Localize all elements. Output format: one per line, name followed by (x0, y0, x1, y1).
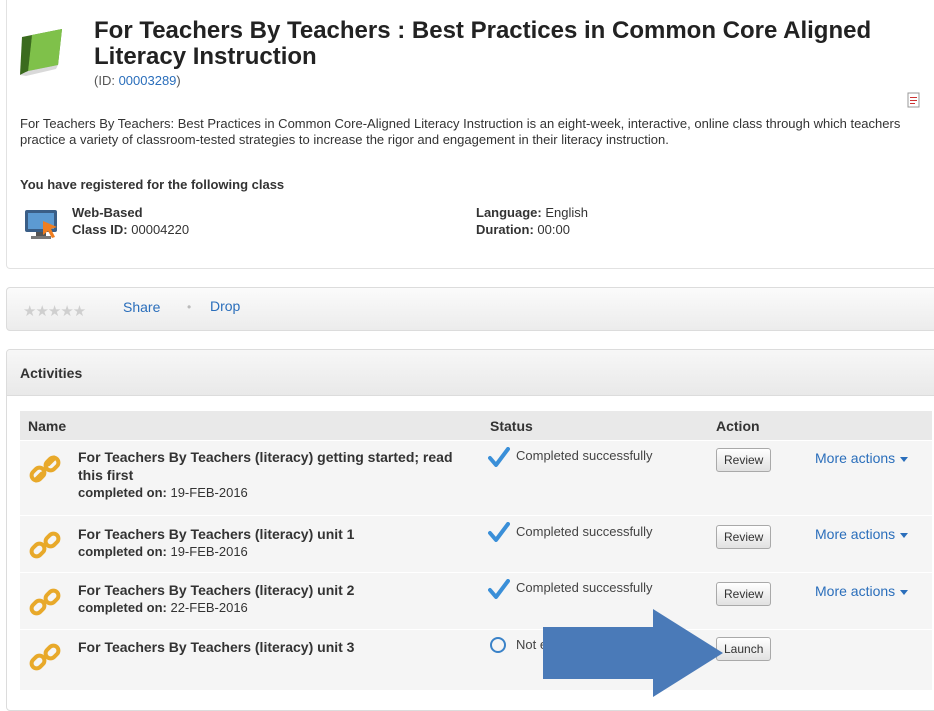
activity-title[interactable]: For Teachers By Teachers (literacy) gett… (20, 441, 482, 484)
activity-more-cell: More actions (815, 572, 932, 630)
status-text: Completed successfully (516, 580, 653, 595)
status: Completed successfully (482, 573, 708, 599)
chain-link-icon (29, 643, 61, 671)
activity-name-cell: For Teachers By Teachers (literacy) unit… (20, 629, 482, 690)
status: Completed successfully (482, 441, 708, 467)
language: Language: English (476, 205, 588, 220)
table-header-row: Name Status Action (20, 411, 932, 441)
course-id-suffix: ) (176, 73, 181, 88)
completed-label: completed on: (78, 544, 167, 559)
duration-value: 00:00 (537, 222, 570, 237)
monitor-icon (25, 210, 57, 239)
more-actions-dropdown[interactable]: More actions (815, 450, 909, 466)
class-id: Class ID: 00004220 (72, 222, 189, 237)
course-description: For Teachers By Teachers: Best Practices… (20, 116, 901, 147)
activity-more-cell: More actions (815, 440, 932, 516)
language-value: English (545, 205, 588, 220)
course-id: (ID: 00003289) (94, 73, 181, 88)
duration-label: Duration: (476, 222, 534, 237)
table-row: For Teachers By Teachers (literacy) unit… (20, 629, 932, 690)
activity-more-cell: More actions (815, 515, 932, 573)
activity-title[interactable]: For Teachers By Teachers (literacy) unit… (20, 630, 482, 656)
activity-action-cell: Review (708, 440, 815, 516)
review-button[interactable]: Review (716, 448, 772, 472)
share-link[interactable]: Share (123, 299, 160, 315)
column-header-status: Status (482, 411, 708, 441)
completed-label: completed on: (78, 485, 167, 500)
delivery-type: Web-Based (72, 205, 143, 220)
empty-circle-icon (490, 637, 506, 653)
activity-action-cell: Review (708, 572, 815, 630)
checkmark-icon (488, 579, 510, 599)
activity-title[interactable]: For Teachers By Teachers (literacy) unit… (20, 573, 482, 599)
duration: Duration: 00:00 (476, 222, 570, 237)
table-row: For Teachers By Teachers (literacy) gett… (20, 440, 932, 516)
completed-date: completed on: 19-FEB-2016 (20, 484, 482, 502)
course-title: For Teachers By Teachers : Best Practice… (94, 17, 872, 70)
activities-header: Activities (7, 350, 934, 396)
activity-status-cell: Completed successfully (482, 440, 708, 516)
completed-date: completed on: 19-FEB-2016 (20, 543, 482, 561)
launch-button[interactable]: Launch (716, 637, 772, 661)
activity-status-cell: Completed successfully (482, 515, 708, 573)
book-icon (20, 29, 62, 76)
activity-name-cell: For Teachers By Teachers (literacy) unit… (20, 572, 482, 630)
pdf-icon[interactable] (907, 92, 921, 108)
column-header-more (815, 411, 932, 441)
class-id-value: 00004220 (131, 222, 190, 237)
status-text: Completed successfully (516, 524, 653, 539)
completed-value: 22-FEB-2016 (170, 600, 248, 615)
chain-link-icon (29, 455, 61, 483)
caret-down-icon (900, 589, 909, 595)
chain-link-icon (29, 531, 61, 559)
annotation-arrow (543, 609, 723, 697)
more-actions-dropdown[interactable]: More actions (815, 526, 909, 542)
activity-more-cell (815, 629, 932, 690)
completed-value: 19-FEB-2016 (170, 485, 248, 500)
completed-value: 19-FEB-2016 (170, 544, 248, 559)
activities-title: Activities (20, 365, 83, 381)
more-actions-dropdown[interactable]: More actions (815, 583, 909, 599)
course-id-label: (ID: (94, 73, 119, 88)
checkmark-icon (488, 447, 510, 467)
status-text: Completed successfully (516, 448, 653, 463)
completed-date: completed on: 22-FEB-2016 (20, 599, 482, 617)
table-row: For Teachers By Teachers (literacy) unit… (20, 572, 932, 630)
separator-dot: • (187, 300, 192, 314)
drop-link[interactable]: Drop (210, 298, 240, 314)
chain-link-icon (29, 588, 61, 616)
review-button[interactable]: Review (716, 582, 772, 606)
caret-down-icon (900, 532, 909, 538)
star-rating[interactable]: ★★★★★ (23, 302, 86, 320)
checkmark-icon (488, 522, 510, 542)
registration-label: You have registered for the following cl… (20, 177, 285, 192)
column-header-action: Action (708, 411, 815, 441)
activity-name-cell: For Teachers By Teachers (literacy) unit… (20, 515, 482, 573)
review-button[interactable]: Review (716, 525, 772, 549)
language-label: Language: (476, 205, 542, 220)
course-id-link[interactable]: 00003289 (119, 73, 177, 88)
class-id-label: Class ID: (72, 222, 128, 237)
status: Completed successfully (482, 516, 708, 542)
activity-title[interactable]: For Teachers By Teachers (literacy) unit… (20, 516, 482, 543)
more-actions-label: More actions (815, 583, 896, 599)
course-header-card: For Teachers By Teachers : Best Practice… (6, 0, 934, 269)
activity-name-cell: For Teachers By Teachers (literacy) gett… (20, 440, 482, 516)
table-row: For Teachers By Teachers (literacy) unit… (20, 515, 932, 573)
actions-bar: ★★★★★ Share • Drop (6, 287, 934, 331)
activity-action-cell: Launch (708, 629, 815, 690)
more-actions-label: More actions (815, 450, 896, 466)
completed-label: completed on: (78, 600, 167, 615)
activities-panel: Activities Name Status Action For Teache… (6, 349, 934, 711)
more-actions-label: More actions (815, 526, 896, 542)
activity-action-cell: Review (708, 515, 815, 573)
caret-down-icon (900, 456, 909, 462)
column-header-name: Name (20, 411, 482, 441)
activities-table: Name Status Action For Teachers By Teach… (20, 411, 932, 690)
